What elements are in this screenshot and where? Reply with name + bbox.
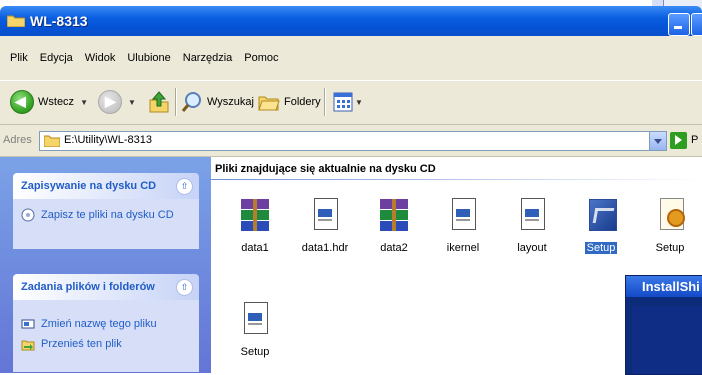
file-item[interactable]: ikernel xyxy=(436,197,490,254)
collapse-chevron-icon[interactable]: ⇧ xyxy=(176,178,193,195)
file-item[interactable]: Setup xyxy=(643,197,697,254)
address-dropdown-button[interactable] xyxy=(649,132,666,150)
back-arrow-icon: ◀ xyxy=(10,90,34,114)
folders-icon xyxy=(258,96,280,111)
maximize-button[interactable] xyxy=(691,13,702,36)
file-name: Setup xyxy=(240,346,270,358)
cd-write-icon xyxy=(21,208,35,222)
file-name: Setup xyxy=(655,242,685,254)
forward-button[interactable]: ▶ ▼ xyxy=(98,90,136,114)
back-dropdown-icon[interactable]: ▼ xyxy=(80,98,88,107)
address-label: Adres xyxy=(3,134,32,146)
move-file-icon xyxy=(21,340,35,351)
folder-icon xyxy=(7,15,25,27)
task-rename-file[interactable]: Zmień nazwę tego pliku xyxy=(21,314,191,334)
back-label: Wstecz xyxy=(38,96,75,108)
file-tasks-panel-header[interactable]: Zadania plików i folderów ⇧ xyxy=(13,274,199,300)
views-dropdown-icon[interactable]: ▼ xyxy=(355,98,363,107)
views-button[interactable]: ▼ xyxy=(333,90,363,114)
menu-file[interactable]: Plik xyxy=(4,52,34,64)
installshield-body xyxy=(632,306,702,374)
menu-help[interactable]: Pomoc xyxy=(238,52,284,64)
menu-edit[interactable]: Edycja xyxy=(34,52,79,64)
folders-label: Foldery xyxy=(284,96,321,108)
minimize-button[interactable] xyxy=(668,13,690,36)
file-item[interactable]: Setup xyxy=(228,301,282,358)
file-item[interactable]: data1.hdr xyxy=(298,197,352,254)
menu-favorites[interactable]: Ulubione xyxy=(121,52,176,64)
panel-title: Zapisywanie na dysku CD xyxy=(21,180,157,192)
search-button[interactable]: Wyszukaj xyxy=(181,90,254,114)
menu-tools[interactable]: Narzędzia xyxy=(177,52,239,64)
toolbar: ◀ Wstecz ▼ ▶ ▼ Wyszukaj Foldery ▼ xyxy=(0,81,702,125)
document-icon xyxy=(514,197,550,233)
file-item[interactable]: layout xyxy=(505,197,559,254)
installer-icon xyxy=(583,197,619,233)
search-icon xyxy=(181,92,201,112)
forward-dropdown-icon[interactable]: ▼ xyxy=(128,98,136,107)
title-bar[interactable]: WL-8313 xyxy=(0,6,702,36)
archive-icon xyxy=(376,197,412,233)
archive-icon xyxy=(237,197,273,233)
rename-icon xyxy=(21,319,35,329)
document-icon xyxy=(307,197,343,233)
file-name: ikernel xyxy=(446,242,480,254)
address-bar: Adres E:\Utility\WL-8313 P xyxy=(0,125,702,157)
collapse-chevron-icon[interactable]: ⇧ xyxy=(176,279,193,296)
address-input[interactable]: E:\Utility\WL-8313 xyxy=(39,131,667,151)
task-pane: Zapisywanie na dysku CD ⇧ Zapisz te plik… xyxy=(0,157,211,373)
installshield-window[interactable]: InstallShi xyxy=(625,275,702,375)
go-arrow-icon[interactable] xyxy=(670,132,687,149)
file-name: layout xyxy=(517,242,547,254)
cd-writing-panel: Zapisywanie na dysku CD ⇧ Zapisz te plik… xyxy=(13,173,199,249)
menu-bar: Plik Edycja Widok Ulubione Narzędzia Pom… xyxy=(0,36,702,81)
file-name: data2 xyxy=(380,242,408,254)
up-folder-icon xyxy=(149,91,169,113)
cd-writing-panel-body: Zapisz te pliki na dysku CD xyxy=(13,199,199,249)
go-button-label[interactable]: P xyxy=(691,134,698,146)
document-icon xyxy=(445,197,481,233)
back-button[interactable]: ◀ Wstecz ▼ xyxy=(10,90,88,114)
task-write-to-cd[interactable]: Zapisz te pliki na dysku CD xyxy=(21,205,191,225)
task-label: Zmień nazwę tego pliku xyxy=(41,318,157,330)
toolbar-separator xyxy=(324,88,326,116)
file-item[interactable]: data1 xyxy=(228,197,282,254)
task-label: Zapisz te pliki na dysku CD xyxy=(41,209,174,221)
task-move-file[interactable]: Przenieś ten plik xyxy=(21,334,191,354)
document-icon xyxy=(237,301,273,337)
file-tasks-panel: Zadania plików i folderów ⇧ Zmień nazwę … xyxy=(13,274,199,372)
window-title: WL-8313 xyxy=(30,13,88,29)
file-name: data1 xyxy=(241,242,269,254)
setup-gear-icon xyxy=(652,197,688,233)
toolbar-separator xyxy=(175,88,177,116)
file-name: Setup xyxy=(584,242,618,254)
forward-arrow-icon: ▶ xyxy=(98,90,122,114)
panel-title: Zadania plików i folderów xyxy=(21,281,155,293)
file-name: data1.hdr xyxy=(301,242,349,254)
address-value: E:\Utility\WL-8313 xyxy=(64,134,153,146)
file-tasks-panel-body: Zmień nazwę tego pliku Przenieś ten plik xyxy=(13,300,199,372)
file-item[interactable]: data2 xyxy=(367,197,421,254)
folders-button[interactable]: Foldery xyxy=(258,90,321,114)
menu-view[interactable]: Widok xyxy=(79,52,122,64)
installshield-title: InstallShi xyxy=(626,276,702,297)
file-item-selected[interactable]: Setup xyxy=(574,197,628,254)
cd-writing-panel-header[interactable]: Zapisywanie na dysku CD ⇧ xyxy=(13,173,199,199)
up-folder-button[interactable] xyxy=(148,90,170,114)
views-icon xyxy=(333,92,353,112)
group-header: Pliki znajdujące się aktualnie na dysku … xyxy=(215,163,436,175)
folder-icon xyxy=(44,135,60,147)
task-label: Przenieś ten plik xyxy=(41,338,122,350)
search-label: Wyszukaj xyxy=(207,96,254,108)
group-divider xyxy=(211,179,702,180)
